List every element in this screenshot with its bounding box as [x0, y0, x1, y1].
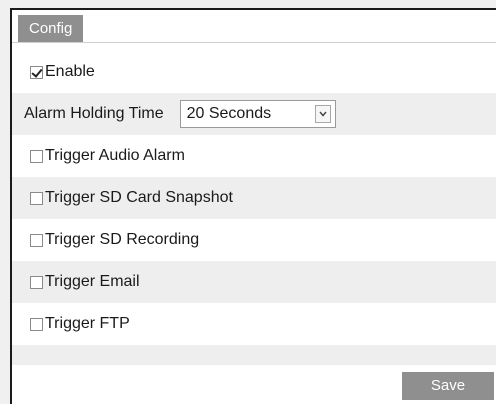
trigger-audio-alarm-checkbox[interactable]: [30, 149, 43, 163]
trigger-sd-recording-label: Trigger SD Recording: [45, 231, 200, 248]
tab-bar: Config: [12, 10, 496, 43]
config-panel: Config Enable Alarm Holding Time 20 Seco…: [10, 8, 496, 404]
trigger-ftp-label: Trigger FTP: [45, 315, 130, 332]
trigger-ftp-checkbox[interactable]: [30, 317, 43, 331]
trigger-audio-alarm-wrapper[interactable]: Trigger Audio Alarm: [30, 147, 185, 165]
trigger-sd-recording-checkbox[interactable]: [30, 233, 43, 247]
save-button[interactable]: Save: [402, 372, 494, 400]
spacer-row: [12, 345, 496, 365]
tab-config[interactable]: Config: [18, 15, 84, 42]
trigger-sd-recording-wrapper[interactable]: Trigger SD Recording: [30, 231, 199, 249]
trigger-email-label: Trigger Email: [45, 273, 140, 290]
enable-label: Enable: [45, 63, 95, 80]
chevron-down-icon[interactable]: [314, 105, 331, 123]
trigger-audio-alarm-row: Trigger Audio Alarm: [12, 135, 496, 177]
enable-checkbox[interactable]: [30, 65, 43, 79]
trigger-sd-recording-row: Trigger SD Recording: [12, 219, 496, 261]
trigger-email-wrapper[interactable]: Trigger Email: [30, 273, 140, 291]
enable-row: Enable: [12, 51, 496, 93]
alarm-holding-time-select[interactable]: 20 Seconds: [179, 100, 336, 128]
alarm-holding-time-label: Alarm Holding Time: [24, 105, 164, 122]
trigger-sd-card-snapshot-wrapper[interactable]: Trigger SD Card Snapshot: [30, 189, 233, 207]
trigger-audio-alarm-label: Trigger Audio Alarm: [45, 147, 185, 164]
enable-checkbox-wrapper[interactable]: Enable: [30, 63, 95, 81]
trigger-sd-card-snapshot-checkbox[interactable]: [30, 191, 43, 205]
trigger-ftp-wrapper[interactable]: Trigger FTP: [30, 315, 130, 333]
trigger-ftp-row: Trigger FTP: [12, 303, 496, 345]
trigger-sd-card-snapshot-row: Trigger SD Card Snapshot: [12, 177, 496, 219]
alarm-holding-time-value: 20 Seconds: [186, 105, 272, 122]
trigger-email-checkbox[interactable]: [30, 275, 43, 289]
trigger-email-row: Trigger Email: [12, 261, 496, 303]
alarm-holding-time-row: Alarm Holding Time 20 Seconds: [12, 93, 496, 135]
trigger-sd-card-snapshot-label: Trigger SD Card Snapshot: [45, 189, 233, 206]
